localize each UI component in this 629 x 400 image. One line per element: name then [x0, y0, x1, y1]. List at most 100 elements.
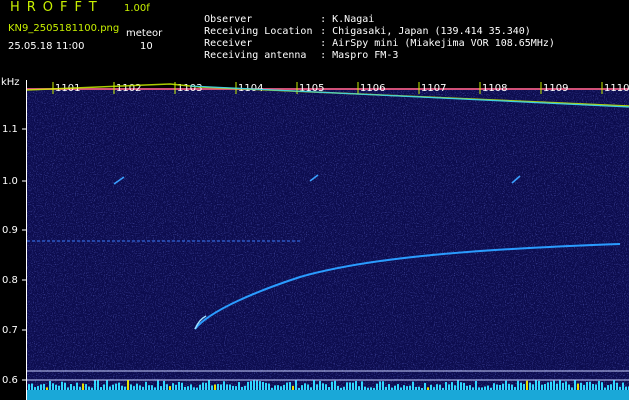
- amplitude-spike: [115, 383, 117, 390]
- amplitude-spike: [613, 380, 615, 390]
- amplitude-spike: [583, 384, 585, 390]
- amplitude-spike: [367, 387, 369, 390]
- amplitude-spike: [355, 381, 357, 390]
- axis-panel: [0, 72, 27, 400]
- amplitude-spike: [46, 387, 48, 390]
- amplitude-spike: [133, 386, 135, 390]
- amplitude-spike: [358, 386, 360, 390]
- amplitude-spike: [499, 384, 501, 390]
- amplitude-spike: [601, 382, 603, 390]
- amplitude-spike: [103, 384, 105, 390]
- amplitude-spike: [325, 384, 327, 390]
- amplitude-spike: [58, 385, 60, 390]
- amplitude-spike: [34, 387, 36, 390]
- amplitude-spike: [253, 380, 255, 390]
- amplitude-spike: [400, 387, 402, 390]
- amplitude-spike: [568, 384, 570, 390]
- amplitude-spike: [193, 387, 195, 390]
- amplitude-spike: [430, 384, 432, 390]
- time-label: 1109: [543, 83, 568, 94]
- amplitude-spike: [466, 385, 468, 390]
- time-label: 1108: [482, 83, 507, 94]
- amplitude-spike: [61, 381, 63, 390]
- amplitude-spike: [424, 383, 426, 390]
- amplitude-spike: [295, 380, 297, 390]
- amplitude-spike: [421, 387, 423, 390]
- amplitude-spike: [70, 384, 72, 390]
- amplitude-spike: [484, 386, 486, 390]
- amplitude-spike: [181, 382, 183, 390]
- amplitude-spike: [379, 381, 381, 390]
- amplitude-spike: [478, 387, 480, 390]
- amplitude-spike: [307, 384, 309, 390]
- amplitude-spike: [187, 386, 189, 390]
- amplitude-spike: [577, 383, 579, 390]
- amplitude-spike: [439, 384, 441, 390]
- amplitude-spike: [337, 385, 339, 390]
- y-tick-label: 0.9: [2, 225, 18, 236]
- amplitude-spike: [562, 382, 564, 390]
- amplitude-spike: [142, 386, 144, 390]
- amplitude-spike: [202, 382, 204, 390]
- amplitude-spike: [460, 382, 462, 390]
- amplitude-spike: [190, 384, 192, 390]
- amplitude-spike: [235, 386, 237, 390]
- amplitude-spike: [475, 380, 477, 390]
- amplitude-spike: [37, 386, 39, 390]
- amplitude-spike: [427, 387, 429, 390]
- amplitude-spike: [277, 385, 279, 390]
- amplitude-spike: [100, 387, 102, 390]
- amplitude-spike: [205, 382, 207, 390]
- amplitude-baseline: [27, 390, 629, 400]
- y-tick-label: 0.7: [2, 325, 18, 336]
- amplitude-spike: [157, 380, 159, 390]
- amplitude-spike: [271, 387, 273, 390]
- amplitude-spike: [85, 384, 87, 390]
- amplitude-spike: [121, 385, 123, 390]
- amplitude-spike: [91, 387, 93, 390]
- amplitude-spike: [376, 383, 378, 390]
- amplitude-spike: [586, 381, 588, 390]
- amplitude-spike: [136, 383, 138, 390]
- amplitude-spike: [556, 383, 558, 390]
- hrofft-window: HROFFT 1.00f KN9_2505181100.png meteor 2…: [0, 0, 629, 400]
- amplitude-spike: [322, 383, 324, 390]
- amplitude-spike: [334, 380, 336, 390]
- amplitude-spike: [217, 384, 219, 390]
- y-tick-label: 1.0: [2, 176, 18, 187]
- amplitude-spike: [151, 385, 153, 390]
- amplitude-spike: [274, 385, 276, 390]
- y-tick-label: 0.6: [2, 375, 18, 386]
- amplitude-spike: [343, 386, 345, 390]
- amplitude-spike: [361, 381, 363, 390]
- amplitude-spike: [184, 386, 186, 390]
- amplitude-spike: [571, 387, 573, 390]
- amplitude-spike: [604, 387, 606, 390]
- amplitude-spike: [520, 382, 522, 390]
- amplitude-spike: [625, 386, 627, 390]
- amplitude-spike: [535, 380, 537, 390]
- amplitude-spike: [268, 383, 270, 390]
- amplitude-spike: [319, 381, 321, 390]
- amplitude-spike: [139, 385, 141, 390]
- amplitude-spike: [130, 384, 132, 390]
- amplitude-spike: [40, 384, 42, 390]
- amplitude-spike: [298, 387, 300, 390]
- amplitude-spike: [538, 380, 540, 390]
- amplitude-spike: [79, 386, 81, 390]
- amplitude-spike: [388, 384, 390, 390]
- amplitude-spike: [310, 387, 312, 390]
- amplitude-spike: [454, 385, 456, 390]
- amplitude-spike: [415, 386, 417, 390]
- amplitude-spike: [244, 385, 246, 390]
- amplitude-spike: [67, 387, 69, 390]
- amplitude-spike: [118, 382, 120, 390]
- amplitude-spike: [595, 384, 597, 390]
- amplitude-spike: [124, 386, 126, 390]
- amplitude-spike: [208, 380, 210, 390]
- amplitude-spike: [55, 384, 57, 390]
- amplitude-spike: [607, 385, 609, 390]
- amplitude-spike: [148, 385, 150, 390]
- amplitude-spike: [241, 386, 243, 390]
- amplitude-spike: [64, 382, 66, 390]
